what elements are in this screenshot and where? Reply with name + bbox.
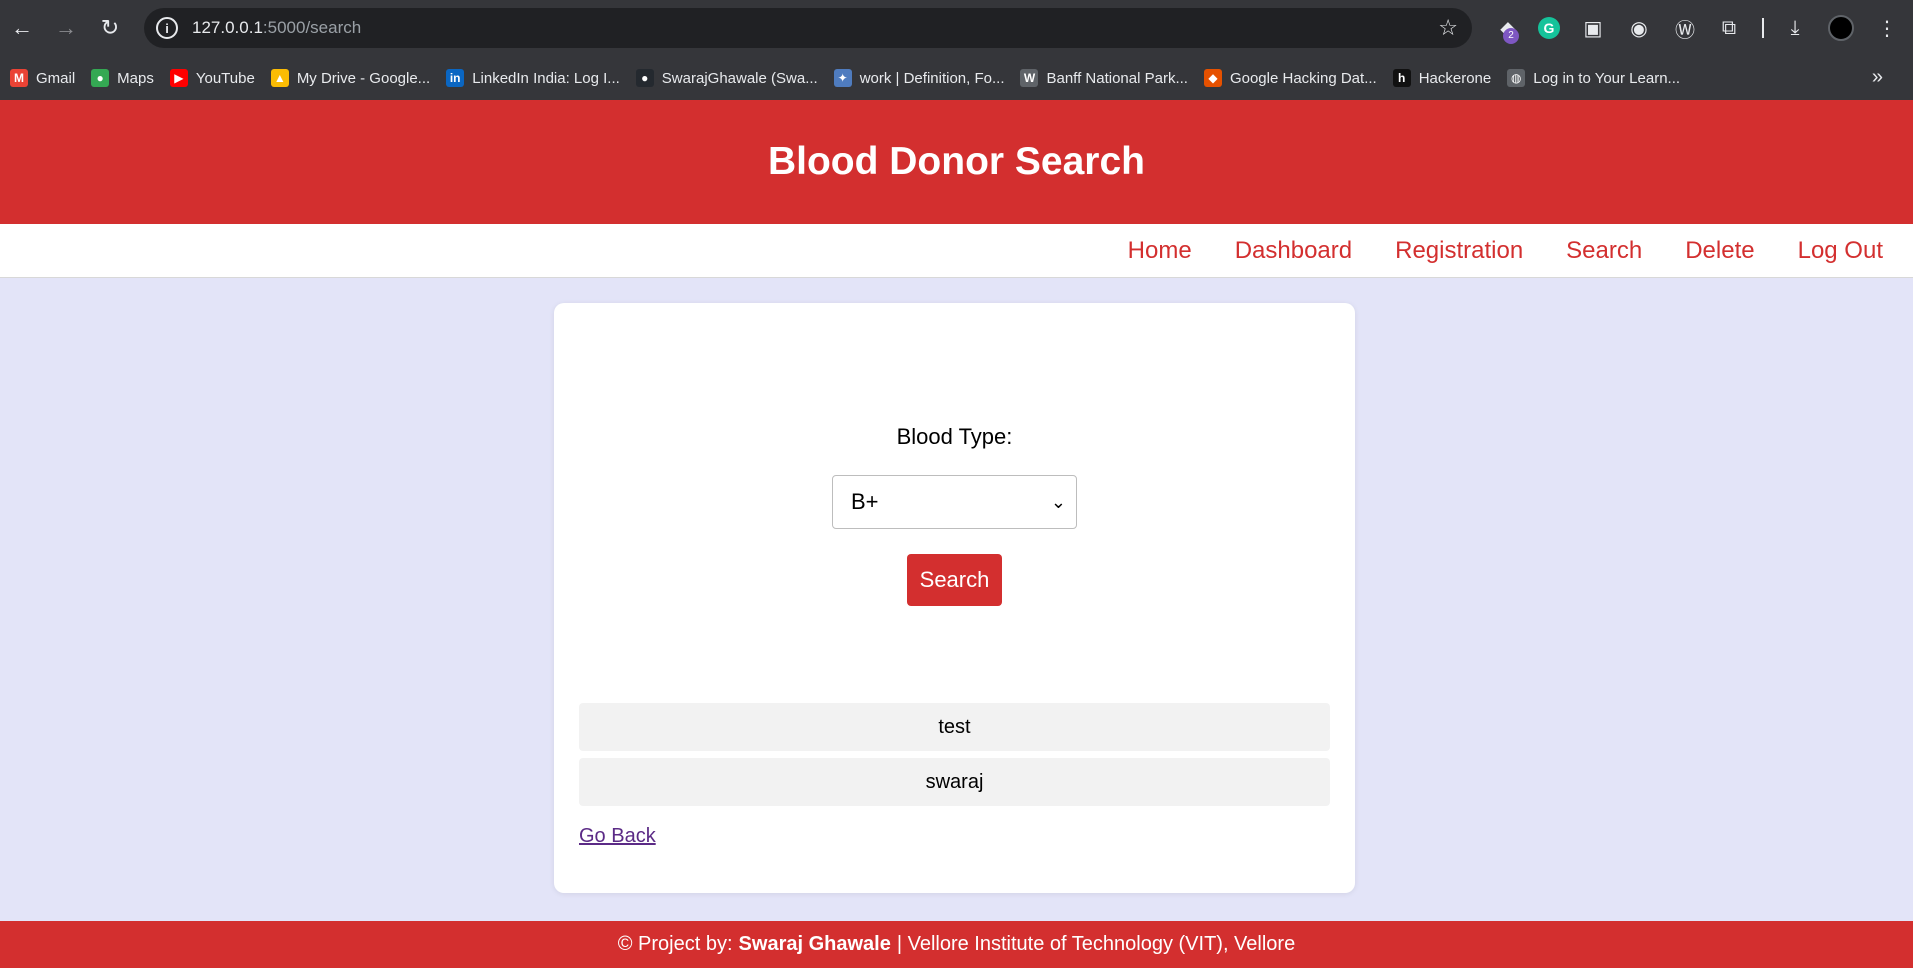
search-button[interactable]: Search [907, 554, 1002, 606]
url-text[interactable]: 127.0.0.1:5000/search [192, 18, 361, 38]
blood-type-select[interactable]: B+ ⌄ [832, 475, 1077, 529]
bookmark-item[interactable]: ◆ Google Hacking Dat... [1203, 69, 1377, 87]
bookmark-item[interactable]: ▲ My Drive - Google... [270, 69, 431, 87]
back-icon[interactable]: ← [0, 6, 44, 50]
bookmark-item[interactable]: W Banff National Park... [1020, 69, 1188, 87]
search-card: Blood Type: B+ ⌄ Search test swaraj Go B… [554, 303, 1355, 893]
bookmark-label: Log in to Your Learn... [1533, 69, 1681, 87]
globe-icon: ◍ [1507, 69, 1526, 87]
browser-toolbar: ← → ↻ i 127.0.0.1:5000/search ☆ ◆ 2 G ▣ … [0, 0, 1913, 56]
youtube-icon: ▶ [169, 69, 188, 87]
forward-icon[interactable]: → [44, 6, 88, 50]
blood-type-label: Blood Type: [896, 424, 1013, 449]
bookmark-star-icon[interactable]: ☆ [1438, 15, 1458, 41]
blood-type-selected-value: B+ [851, 489, 879, 514]
bookmark-item[interactable]: ◍ Log in to Your Learn... [1507, 69, 1680, 87]
extensions-icon[interactable]: ⧉ [1714, 13, 1744, 43]
bookmark-item[interactable]: ● Maps [91, 69, 154, 87]
site-info-icon[interactable]: i [156, 17, 178, 39]
bookmark-item[interactable]: M Gmail [10, 69, 75, 87]
nav-log-out[interactable]: Log Out [1798, 237, 1883, 265]
profile-avatar[interactable] [1826, 13, 1856, 43]
bookmark-item[interactable]: ● SwarajGhawale (Swa... [635, 69, 818, 87]
result-item: swaraj [579, 758, 1330, 806]
bookmark-label: Gmail [36, 69, 76, 87]
reload-icon[interactable]: ↻ [88, 6, 132, 50]
page-title: Blood Donor Search [767, 140, 1146, 183]
wordtune-icon[interactable]: Ⓦ [1670, 13, 1700, 43]
bookmark-label: LinkedIn India: Log I... [472, 69, 620, 87]
bookmark-item[interactable]: in LinkedIn India: Log I... [446, 69, 620, 87]
url-path: :5000/search [262, 18, 362, 37]
maps-icon: ● [91, 69, 110, 87]
result-item: test [579, 703, 1330, 751]
banff-icon: W [1020, 69, 1039, 87]
bookmark-label: Maps [117, 69, 154, 87]
github-icon: ● [635, 69, 654, 87]
site-header: Blood Donor Search [0, 100, 1913, 224]
dictionary-icon: ✦ [833, 69, 852, 87]
bookmark-label: Banff National Park... [1046, 69, 1188, 87]
bookmark-label: work | Definition, Fo... [859, 69, 1005, 87]
tab-search-icon[interactable]: ▣ [1578, 13, 1608, 43]
footer-prefix: © Project by: [617, 933, 733, 955]
url-host: 127.0.0.1 [192, 18, 263, 37]
bookmark-label: SwarajGhawale (Swa... [661, 69, 818, 87]
gmail-icon: M [10, 69, 28, 87]
site-nav: Home Dashboard Registration Search Delet… [0, 224, 1913, 278]
download-icon[interactable]: ⤓ [1780, 13, 1810, 43]
nav-home[interactable]: Home [1128, 237, 1192, 265]
address-bar[interactable]: i 127.0.0.1:5000/search ☆ [144, 8, 1472, 48]
browser-extension-icon[interactable]: ◉ [1624, 13, 1654, 43]
bookmark-item[interactable]: ▶ YouTube [169, 69, 255, 87]
footer-author: Swaraj Ghawale [738, 933, 891, 955]
grammarly-icon[interactable]: G [1534, 13, 1564, 43]
toolbar-divider [1762, 18, 1764, 38]
bookmark-item[interactable]: ✦ work | Definition, Fo... [833, 69, 1005, 87]
extension-badge: 2 [1503, 28, 1519, 44]
bookmark-label: YouTube [195, 69, 255, 87]
bookmark-item[interactable]: h Hackerone [1392, 69, 1492, 87]
drive-icon: ▲ [270, 69, 289, 87]
nav-dashboard[interactable]: Dashboard [1235, 237, 1352, 265]
bookmarks-bar: M Gmail ● Maps ▶ YouTube ▲ My Drive - Google...… [0, 56, 1913, 100]
bookmark-label: Hackerone [1418, 69, 1492, 87]
bookmarks-overflow-icon[interactable]: » [1872, 66, 1883, 89]
go-back-link[interactable]: Go Back [579, 825, 656, 848]
footer-suffix: | Vellore Institute of Technology (VIT),… [896, 933, 1296, 955]
nav-delete[interactable]: Delete [1685, 237, 1754, 265]
nav-search[interactable]: Search [1566, 237, 1642, 265]
site-footer: © Project by: Swaraj Ghawale | Vellore I… [0, 921, 1913, 968]
menu-icon[interactable]: ⋮ [1872, 13, 1902, 43]
nav-registration[interactable]: Registration [1395, 237, 1523, 265]
linkedin-icon: in [446, 69, 465, 87]
hackerone-icon: h [1392, 69, 1411, 87]
bookmark-label: Google Hacking Dat... [1229, 69, 1377, 87]
bookmark-label: My Drive - Google... [296, 69, 431, 87]
chevron-down-icon: ⌄ [1050, 492, 1066, 512]
exploit-db-icon: ◆ [1203, 69, 1222, 87]
